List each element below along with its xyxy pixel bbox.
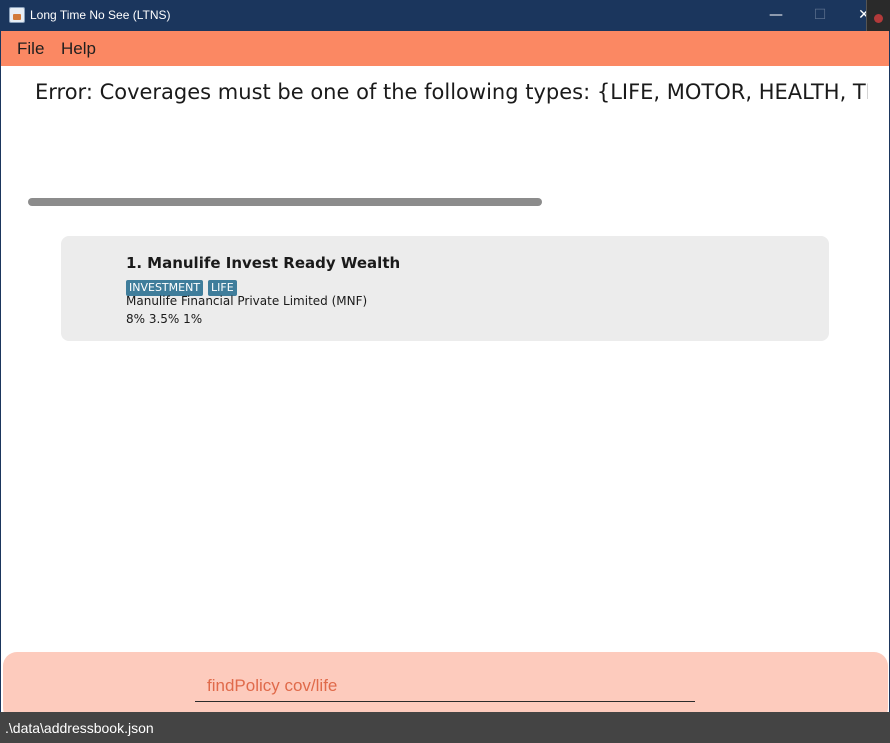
- data-file-path: .\data\addressbook.json: [5, 720, 154, 736]
- menu-bar: File Help: [1, 31, 889, 66]
- command-input[interactable]: [195, 670, 695, 702]
- policy-title-line: 1. Manulife Invest Ready Wealth: [126, 254, 400, 272]
- policy-index: 1.: [126, 254, 143, 272]
- policy-tags: INVESTMENT LIFE: [126, 276, 242, 296]
- window-border-left: [0, 31, 1, 712]
- app-window: Long Time No See (LTNS) — ☐ ✕ File Help …: [0, 0, 890, 743]
- policy-rates: 8% 3.5% 1%: [126, 312, 203, 326]
- horizontal-scrollbar-thumb[interactable]: [28, 198, 542, 206]
- menu-help[interactable]: Help: [61, 39, 96, 59]
- policy-company: Manulife Financial Private Limited (MNF): [126, 294, 368, 308]
- status-bar: .\data\addressbook.json: [0, 712, 890, 743]
- policy-title: Manulife Invest Ready Wealth: [147, 254, 401, 272]
- title-bar[interactable]: Long Time No See (LTNS) — ☐ ✕: [0, 0, 890, 32]
- result-display: Error: Coverages must be one of the foll…: [35, 80, 868, 104]
- menu-file[interactable]: File: [17, 39, 44, 59]
- maximize-button[interactable]: ☐: [798, 0, 842, 31]
- policy-card[interactable]: 1. Manulife Invest Ready Wealth INVESTMEN…: [61, 236, 829, 341]
- window-title: Long Time No See (LTNS): [30, 8, 171, 22]
- overlay-widget-icon: [866, 0, 890, 32]
- app-icon: [9, 7, 25, 23]
- minimize-button[interactable]: —: [754, 0, 798, 31]
